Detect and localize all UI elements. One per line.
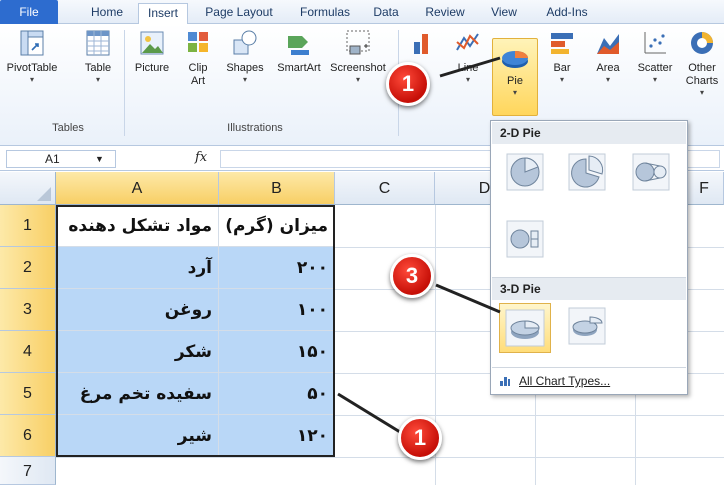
arrow-line xyxy=(439,56,501,78)
excel-window: File Home Insert Page Layout Formulas Da… xyxy=(0,0,724,485)
callout-step-3: 3 xyxy=(390,254,434,298)
callout-step-1-table: 1 xyxy=(398,416,442,460)
annotation-arrows xyxy=(337,56,501,434)
arrow-line xyxy=(435,283,501,314)
callout-step-1: 1 xyxy=(386,62,430,106)
arrow-line xyxy=(337,392,401,434)
